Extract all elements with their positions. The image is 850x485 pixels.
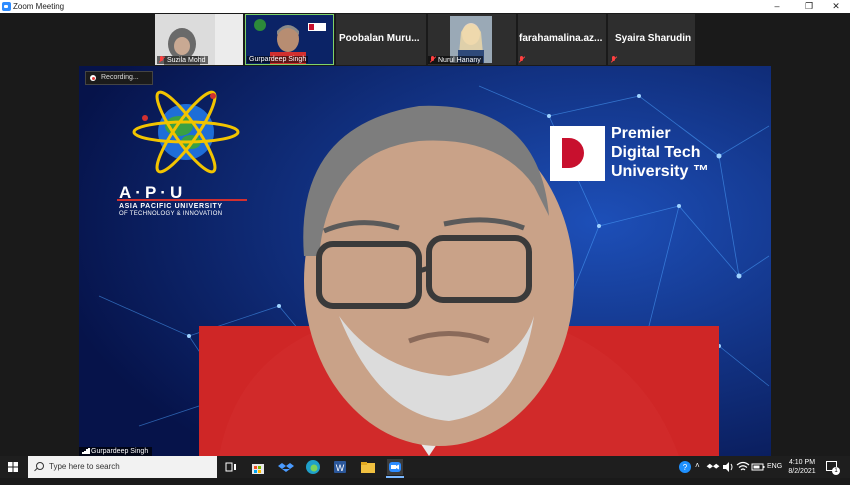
pdtu-d-mark bbox=[562, 138, 584, 168]
recording-indicator[interactable]: Recording... bbox=[85, 71, 153, 85]
file-explorer-icon[interactable] bbox=[360, 459, 376, 475]
search-icon bbox=[36, 462, 44, 470]
record-icon bbox=[90, 75, 96, 81]
notification-badge: 1 bbox=[832, 467, 840, 475]
svg-text:W: W bbox=[336, 463, 345, 473]
apu-logo-letters: A·P·U bbox=[119, 183, 187, 202]
participant-tile[interactable]: Suzila Mohd bbox=[155, 14, 243, 65]
search-placeholder: Type here to search bbox=[49, 462, 120, 471]
participant-tile[interactable]: Poobalan Muru... bbox=[336, 14, 426, 65]
close-button[interactable]: ✕ bbox=[822, 0, 850, 13]
participant-tile[interactable]: Nurul Hanany bbox=[428, 14, 516, 65]
active-speaker-video: Recording... A·P·U ASIA PACIFIC UNIVERSI… bbox=[79, 66, 771, 456]
battery-icon[interactable] bbox=[750, 459, 766, 475]
windows-start-icon[interactable] bbox=[0, 456, 26, 478]
store-icon[interactable] bbox=[250, 459, 266, 475]
recording-label: Recording... bbox=[101, 74, 139, 81]
participant-name: Gurpardeep Singh bbox=[247, 56, 309, 63]
mic-muted-icon bbox=[159, 56, 165, 63]
mic-muted-icon bbox=[611, 56, 617, 63]
participant-strip: Suzila Mohd Gurpardeep Singh Poobalan Mu… bbox=[0, 13, 850, 66]
wifi-icon[interactable] bbox=[735, 459, 751, 475]
dropbox-icon[interactable] bbox=[278, 459, 294, 475]
windows-taskbar: Type here to search W ? ˄ ENG 4:10 PM 8/… bbox=[0, 456, 850, 478]
pdtu-logo-text: Premier Digital Tech University ™ bbox=[611, 125, 709, 180]
participant-name: Poobalan Muru... bbox=[339, 33, 420, 44]
participant-tile[interactable]: farahamalina.az... bbox=[518, 14, 606, 65]
pdtu-logo-badge bbox=[550, 126, 605, 181]
restore-button[interactable]: ❐ bbox=[795, 0, 823, 13]
chevron-up-icon[interactable]: ˄ bbox=[695, 461, 700, 483]
minimize-button[interactable]: – bbox=[763, 0, 791, 13]
clock-date: 8/2/2021 bbox=[788, 468, 816, 475]
word-icon[interactable]: W bbox=[332, 459, 348, 475]
mic-muted-icon bbox=[430, 56, 436, 63]
language-indicator[interactable]: ENG bbox=[767, 463, 782, 485]
window-titlebar: Zoom Meeting – ❐ ✕ bbox=[0, 0, 850, 13]
edge-browser-icon[interactable] bbox=[305, 459, 321, 475]
participant-name: Syaira Sharudin bbox=[615, 33, 692, 44]
svg-text:?: ? bbox=[683, 463, 688, 472]
taskbar-clock[interactable]: 4:10 PM 8/2/2021 bbox=[784, 458, 820, 476]
apu-logo-line1: ASIA PACIFIC UNIVERSITY bbox=[119, 203, 223, 210]
participant-tile[interactable]: Syaira Sharudin bbox=[608, 14, 695, 65]
help-icon[interactable]: ? bbox=[677, 459, 693, 475]
task-view-icon[interactable] bbox=[223, 459, 239, 475]
participant-tile-active[interactable]: Gurpardeep Singh bbox=[245, 14, 334, 65]
speaker-volume-icon[interactable] bbox=[720, 459, 736, 475]
dropbox-tray-icon[interactable] bbox=[705, 459, 721, 475]
window-title: Zoom Meeting bbox=[13, 2, 65, 11]
taskbar-search[interactable]: Type here to search bbox=[28, 456, 217, 478]
clock-time: 4:10 PM bbox=[788, 459, 816, 466]
participant-name: farahamalina.az... bbox=[519, 33, 603, 44]
speaker-name-label: Gurpardeep Singh bbox=[79, 447, 153, 456]
audio-level-icon bbox=[82, 448, 90, 454]
participant-name: Suzila Mohd bbox=[157, 56, 208, 64]
zoom-taskbar-icon[interactable] bbox=[387, 459, 403, 475]
participant-name: Nurul Hanany bbox=[428, 56, 483, 64]
zoom-app-icon bbox=[2, 2, 11, 11]
apu-logo-line2: OF TECHNOLOGY & INNOVATION bbox=[119, 211, 223, 217]
mic-muted-icon bbox=[519, 56, 525, 63]
